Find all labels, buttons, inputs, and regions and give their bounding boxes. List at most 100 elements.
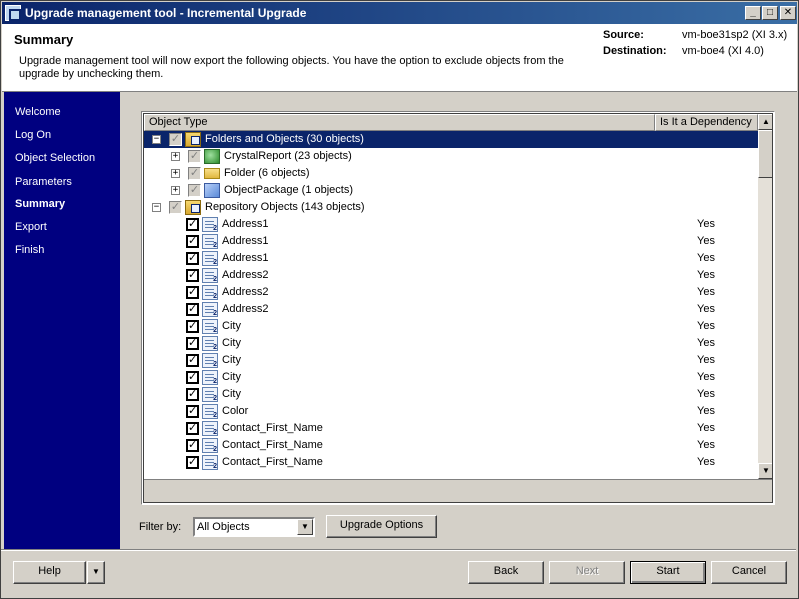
collapse-icon[interactable]: − [152, 135, 161, 144]
collapse-icon[interactable]: − [152, 203, 161, 212]
app-icon [5, 5, 21, 21]
row-checkbox[interactable]: ✓ [188, 150, 201, 163]
row-label: Contact_First_Name [222, 456, 323, 468]
tree-row[interactable]: ✓ Address1 Yes [144, 250, 758, 267]
repository-object-icon [202, 438, 218, 453]
chevron-down-icon[interactable]: ▼ [297, 519, 313, 535]
cancel-button[interactable]: Cancel [711, 561, 787, 584]
row-dependency: Yes [697, 337, 715, 349]
row-label: Folder (6 objects) [224, 167, 310, 179]
maximize-button[interactable]: □ [762, 6, 778, 20]
tree-row[interactable]: + ✓ CrystalReport (23 objects) [144, 148, 758, 165]
scroll-down-icon[interactable]: ▼ [758, 463, 772, 479]
help-dropdown-icon[interactable]: ▼ [87, 561, 105, 584]
nav-step-summary[interactable]: Summary [15, 198, 65, 210]
repository-object-icon [202, 217, 218, 232]
tree-row[interactable]: ✓ City Yes [144, 318, 758, 335]
scroll-up-icon[interactable]: ▲ [758, 114, 772, 130]
object-tree-list[interactable]: Object Type Is It a Dependency − ✓ Folders… [141, 111, 775, 505]
tree-row[interactable]: ✓ City Yes [144, 369, 758, 386]
tree-row[interactable]: ✓ Address1 Yes [144, 233, 758, 250]
row-checkbox[interactable]: ✓ [169, 201, 182, 214]
title-bar[interactable]: Upgrade management tool - Incremental Up… [2, 2, 797, 24]
tree-row[interactable]: + ✓ ObjectPackage (1 objects) [144, 182, 758, 199]
row-checkbox[interactable]: ✓ [186, 303, 199, 316]
scroll-thumb[interactable] [758, 130, 772, 178]
tree-row[interactable]: ✓ Address2 Yes [144, 284, 758, 301]
tree-row[interactable]: ✓ Contact_First_Name Yes [144, 454, 758, 471]
tree-row[interactable]: ✓ Address1 Yes [144, 216, 758, 233]
nav-step-log-on[interactable]: Log On [15, 129, 51, 141]
row-label: Address2 [222, 286, 269, 298]
vertical-scrollbar[interactable]: ▲ ▼ [758, 114, 772, 479]
help-button[interactable]: Help [13, 561, 86, 584]
window-title: Upgrade management tool - Incremental Up… [25, 6, 307, 20]
tree-row[interactable]: ✓ Address2 Yes [144, 301, 758, 318]
repository-object-icon [202, 421, 218, 436]
destination-label: Destination: [603, 45, 667, 57]
repository-object-icon [202, 336, 218, 351]
row-checkbox[interactable]: ✓ [186, 439, 199, 452]
row-checkbox[interactable]: ✓ [169, 133, 182, 146]
tree-row[interactable]: ✓ Address2 Yes [144, 267, 758, 284]
row-checkbox[interactable]: ✓ [186, 337, 199, 350]
folder-objects-icon [185, 200, 201, 215]
folder-icon [204, 168, 220, 179]
nav-step-object-selection[interactable]: Object Selection [15, 152, 95, 164]
tree-row[interactable]: ✓ City Yes [144, 386, 758, 403]
tree-row[interactable]: + ✓ Folder (6 objects) [144, 165, 758, 182]
column-header-object-type[interactable]: Object Type [144, 114, 655, 131]
row-dependency: Yes [697, 439, 715, 451]
close-button[interactable]: ✕ [780, 6, 796, 20]
row-checkbox[interactable]: ✓ [186, 320, 199, 333]
destination-value: vm-boe4 (XI 4.0) [682, 45, 764, 57]
expand-icon[interactable]: + [171, 169, 180, 178]
start-button[interactable]: Start [630, 561, 706, 584]
row-dependency: Yes [697, 422, 715, 434]
nav-step-export[interactable]: Export [15, 221, 47, 233]
row-checkbox[interactable]: ✓ [186, 235, 199, 248]
row-dependency: Yes [697, 456, 715, 468]
back-button[interactable]: Back [468, 561, 544, 584]
row-checkbox[interactable]: ✓ [186, 354, 199, 367]
row-dependency: Yes [697, 388, 715, 400]
nav-step-welcome[interactable]: Welcome [15, 106, 61, 118]
row-checkbox[interactable]: ✓ [186, 371, 199, 384]
expand-icon[interactable]: + [171, 152, 180, 161]
row-checkbox[interactable]: ✓ [188, 184, 201, 197]
object-package-icon [204, 183, 220, 198]
tree-row[interactable]: ✓ Color Yes [144, 403, 758, 420]
minimize-button[interactable]: _ [745, 6, 761, 20]
row-checkbox[interactable]: ✓ [186, 218, 199, 231]
tree-row[interactable]: ✓ Contact_First_Name Yes [144, 437, 758, 454]
tree-row[interactable]: − ✓ Repository Objects (143 objects) [144, 199, 758, 216]
row-checkbox[interactable]: ✓ [186, 269, 199, 282]
filter-select[interactable]: All Objects ▼ [193, 517, 315, 537]
tree-row[interactable]: ✓ City Yes [144, 335, 758, 352]
upgrade-options-button[interactable]: Upgrade Options [326, 515, 437, 538]
source-label: Source: [603, 29, 644, 41]
row-checkbox[interactable]: ✓ [188, 167, 201, 180]
tree-row[interactable]: − ✓ Folders and Objects (30 objects) [144, 131, 758, 148]
row-dependency: Yes [697, 235, 715, 247]
row-dependency: Yes [697, 269, 715, 281]
tree-row[interactable]: ✓ City Yes [144, 352, 758, 369]
next-button[interactable]: Next [549, 561, 625, 584]
wizard-steps-nav: Welcome Log On Object Selection Paramete… [4, 92, 120, 549]
tree-row[interactable]: ✓ Contact_First_Name Yes [144, 420, 758, 437]
row-checkbox[interactable]: ✓ [186, 286, 199, 299]
column-header-dependency[interactable]: Is It a Dependency [655, 114, 758, 131]
row-checkbox[interactable]: ✓ [186, 252, 199, 265]
row-checkbox[interactable]: ✓ [186, 388, 199, 401]
expand-icon[interactable]: + [171, 186, 180, 195]
row-checkbox[interactable]: ✓ [186, 405, 199, 418]
row-checkbox[interactable]: ✓ [186, 456, 199, 469]
nav-step-parameters[interactable]: Parameters [15, 176, 72, 188]
page-title: Summary [14, 32, 74, 47]
nav-step-finish[interactable]: Finish [15, 244, 44, 256]
footer-separator [1, 549, 796, 551]
row-checkbox[interactable]: ✓ [186, 422, 199, 435]
row-label: Address1 [222, 235, 269, 247]
row-label: Address1 [222, 252, 269, 264]
repository-object-icon [202, 387, 218, 402]
